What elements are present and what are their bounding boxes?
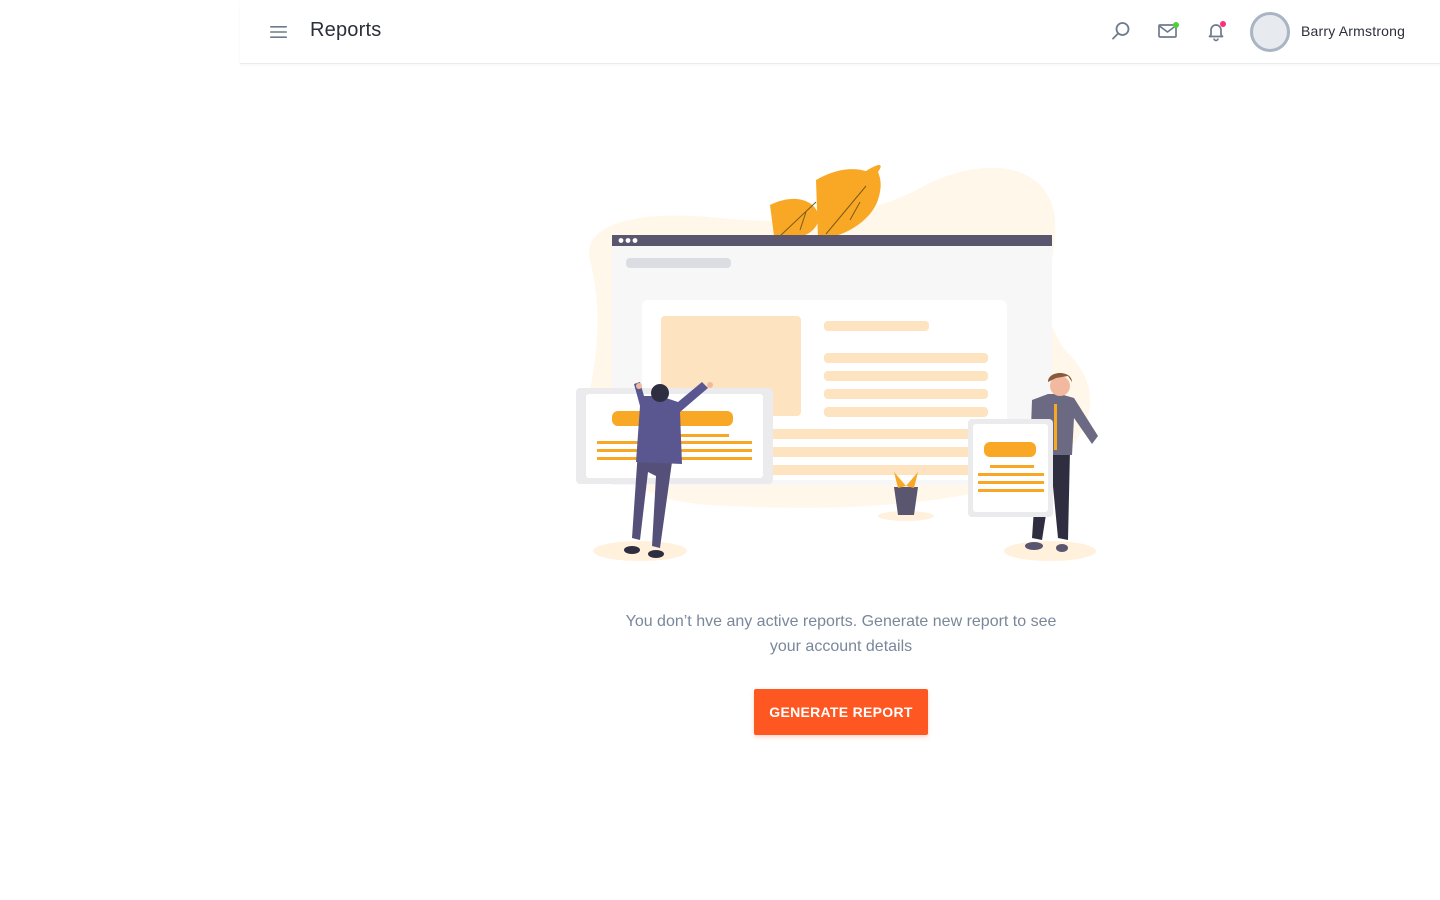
top-bar: Reports Barry Armstrong	[240, 0, 1440, 64]
search-button[interactable]	[1108, 18, 1134, 44]
avatar[interactable]	[1250, 12, 1290, 52]
page-title: Reports	[310, 19, 382, 41]
sidebar	[0, 0, 240, 900]
notifications-button[interactable]	[1203, 18, 1229, 44]
unread-notifications-indicator	[1220, 21, 1226, 27]
unread-messages-indicator	[1173, 22, 1179, 28]
user-name[interactable]: Barry Armstrong	[1301, 23, 1405, 39]
messages-button[interactable]	[1155, 18, 1181, 44]
generate-report-button[interactable]: GENERATE REPORT	[754, 689, 928, 735]
menu-icon	[270, 26, 287, 38]
menu-button[interactable]	[266, 19, 292, 45]
empty-state-message: You don’t hve any active reports. Genera…	[625, 613, 1057, 655]
empty-reports-illustration	[560, 150, 1120, 570]
search-icon	[1112, 22, 1130, 40]
